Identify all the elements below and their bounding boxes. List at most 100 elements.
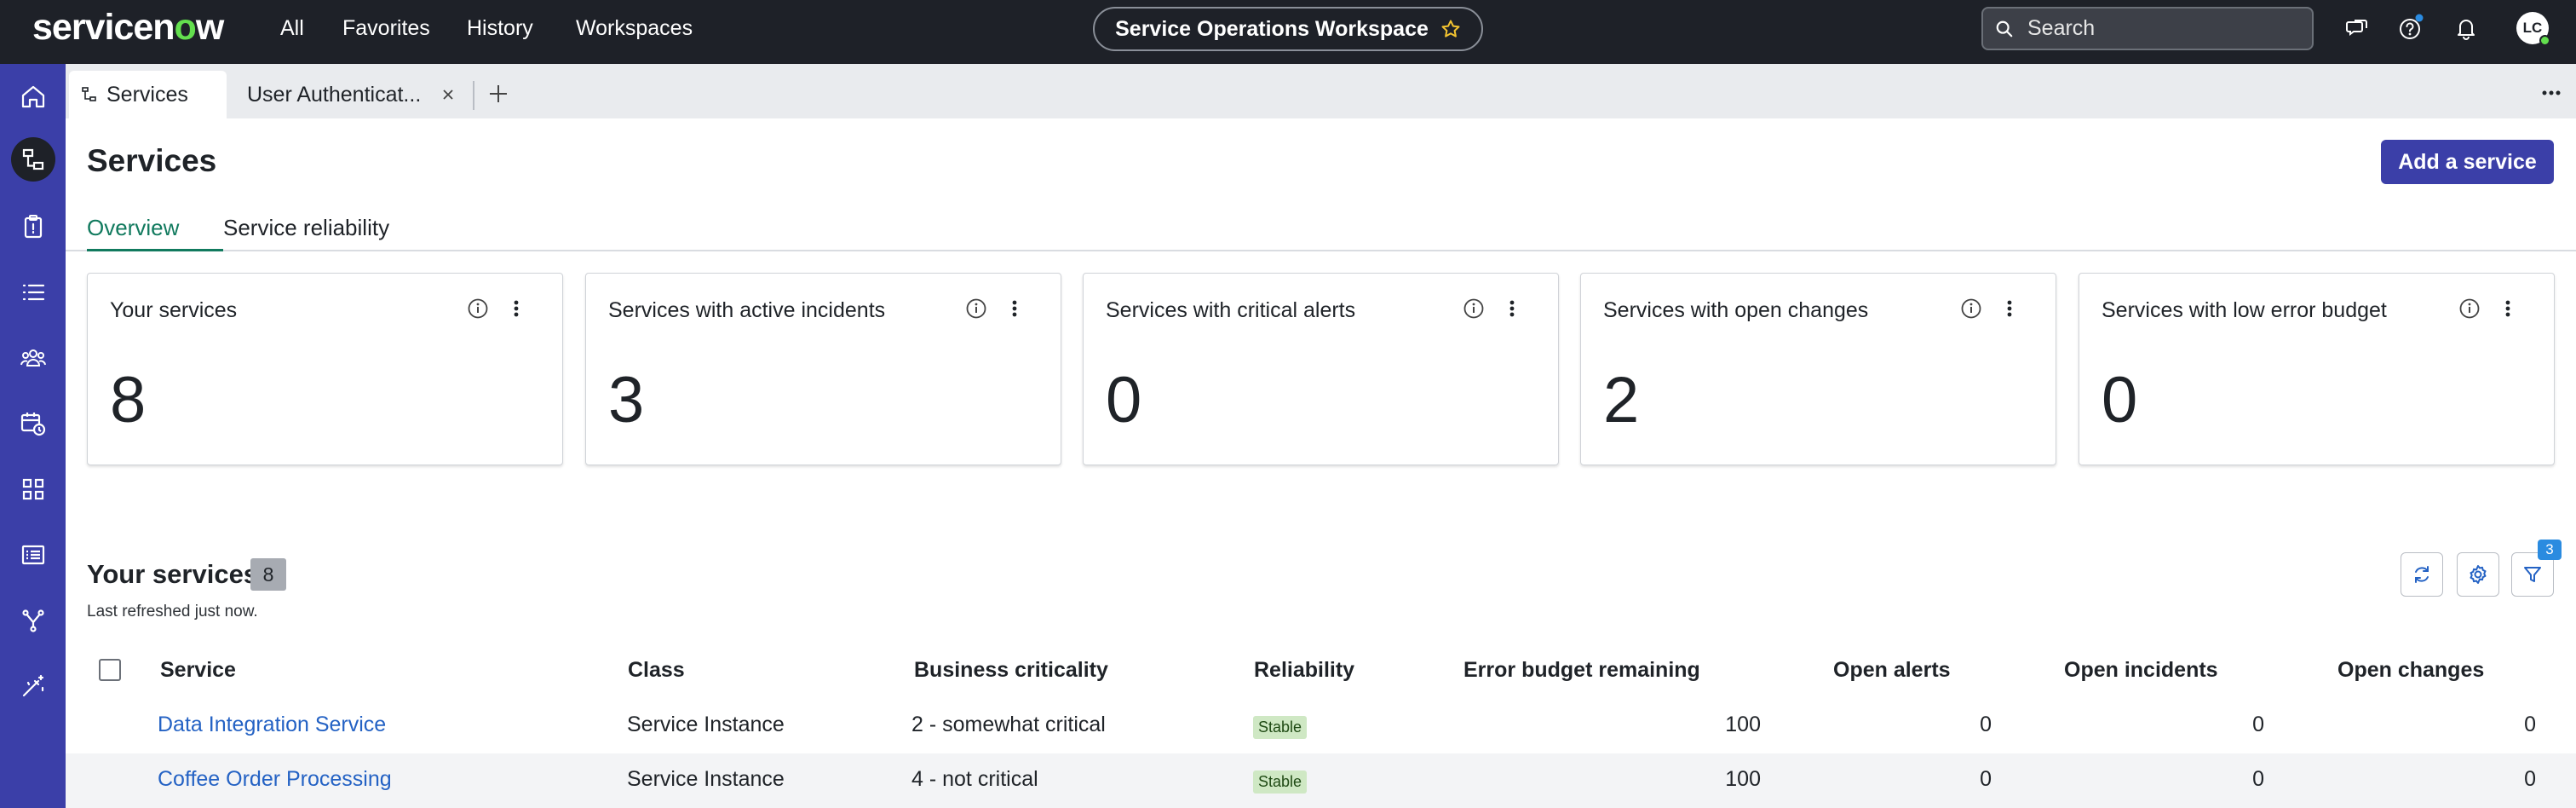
- info-icon[interactable]: [965, 297, 987, 320]
- kpi-card-title: Your services: [110, 298, 238, 322]
- notifications-bell-icon[interactable]: [2452, 14, 2481, 43]
- subtab-bar: Overview Service reliability: [66, 205, 2576, 251]
- page-title: Services: [87, 143, 217, 178]
- open-incidents-cell: 0: [2252, 713, 2264, 736]
- nav-workspaces[interactable]: Workspaces: [576, 16, 693, 41]
- star-icon[interactable]: [1440, 19, 1461, 39]
- help-icon[interactable]: [2396, 14, 2425, 43]
- calendar-clock-icon[interactable]: [11, 401, 55, 446]
- filter-count-badge: 3: [2538, 540, 2562, 560]
- wand-icon[interactable]: [11, 664, 55, 708]
- user-avatar[interactable]: LC: [2516, 12, 2550, 46]
- search-icon: [1995, 20, 2014, 38]
- search-input[interactable]: [2027, 16, 2300, 41]
- tab-divider: [473, 81, 474, 110]
- home-icon[interactable]: [11, 74, 55, 118]
- kpi-card-title: Services with open changes: [1603, 298, 1869, 322]
- reliability-status-badge: Stable: [1253, 770, 1308, 794]
- list-settings-button[interactable]: [2457, 552, 2499, 597]
- kpi-card-value: 8: [110, 364, 147, 436]
- list-title: Your services: [87, 559, 259, 589]
- online-status-dot: [2539, 35, 2550, 46]
- kpi-card-title: Services with critical alerts: [1106, 298, 1356, 322]
- grid-icon[interactable]: [11, 467, 55, 511]
- select-all-checkbox[interactable]: [99, 659, 121, 681]
- kpi-card-active-incidents[interactable]: Services with active incidents 3: [585, 273, 1061, 465]
- column-header-service[interactable]: Service: [160, 658, 236, 683]
- team-icon[interactable]: [11, 336, 55, 380]
- workspace-name: Service Operations Workspace: [1115, 16, 1429, 41]
- info-icon[interactable]: [1960, 297, 1982, 320]
- sidebar: [0, 64, 66, 808]
- kpi-card-value: 3: [608, 364, 645, 436]
- kpi-card-your-services[interactable]: Your services 8: [87, 273, 563, 465]
- card-menu-icon[interactable]: [2504, 297, 2512, 320]
- clipboard-icon[interactable]: [11, 205, 55, 249]
- more-options-icon[interactable]: [2541, 89, 2562, 96]
- reliability-status-badge: Stable: [1253, 716, 1308, 739]
- criticality-cell: 4 - not critical: [911, 767, 1038, 791]
- tab-service-reliability[interactable]: Service reliability: [223, 215, 389, 251]
- table-row[interactable]: Data Integration Service Service Instanc…: [66, 699, 2576, 753]
- info-icon[interactable]: [467, 297, 489, 320]
- tab-user-authentication[interactable]: User Authenticat...: [247, 71, 455, 118]
- open-changes-cell: 0: [2524, 767, 2536, 791]
- services-tab-icon: [81, 86, 98, 103]
- list-count-badge: 8: [250, 558, 286, 591]
- add-service-button[interactable]: Add a service: [2381, 140, 2554, 184]
- service-link[interactable]: Coffee Order Processing: [158, 767, 392, 792]
- kpi-card-value: 2: [1603, 364, 1640, 436]
- column-header-criticality[interactable]: Business criticality: [914, 658, 1108, 683]
- card-menu-icon[interactable]: [512, 297, 520, 320]
- list-icon[interactable]: [11, 270, 55, 315]
- servicenow-logo[interactable]: servicenow: [32, 7, 224, 49]
- open-alerts-cell: 0: [1980, 713, 1992, 736]
- column-header-open-incidents[interactable]: Open incidents: [2064, 658, 2218, 683]
- column-header-open-changes[interactable]: Open changes: [2337, 658, 2484, 683]
- kpi-card-value: 0: [1106, 364, 1142, 436]
- list-alt-icon[interactable]: [11, 533, 55, 577]
- gear-icon: [2467, 563, 2489, 586]
- workspace-tab-bar: Services User Authenticat...: [66, 64, 2576, 118]
- chat-icon[interactable]: [2343, 14, 2372, 43]
- class-cell: Service Instance: [627, 767, 785, 791]
- kpi-card-title: Services with low error budget: [2102, 298, 2387, 322]
- global-search[interactable]: [1981, 7, 2314, 50]
- card-menu-icon[interactable]: [1010, 297, 1019, 320]
- error-budget-cell: 100: [1725, 713, 1761, 736]
- tab-services[interactable]: Services: [69, 71, 227, 118]
- kpi-card-open-changes[interactable]: Services with open changes 2: [1580, 273, 2056, 465]
- card-menu-icon[interactable]: [1508, 297, 1516, 320]
- workspace-pill[interactable]: Service Operations Workspace: [1093, 7, 1483, 51]
- info-icon[interactable]: [2458, 297, 2481, 320]
- table-row[interactable]: Coffee Order Processing Service Instance…: [66, 753, 2576, 808]
- column-header-open-alerts[interactable]: Open alerts: [1833, 658, 1951, 683]
- card-menu-icon[interactable]: [2005, 297, 2014, 320]
- nav-favorites[interactable]: Favorites: [342, 16, 430, 41]
- open-changes-cell: 0: [2524, 713, 2536, 736]
- add-tab-icon[interactable]: [487, 83, 509, 105]
- service-link[interactable]: Data Integration Service: [158, 713, 386, 737]
- error-budget-cell: 100: [1725, 767, 1761, 791]
- last-refreshed-text: Last refreshed just now.: [87, 603, 258, 620]
- open-alerts-cell: 0: [1980, 767, 1992, 791]
- column-header-class[interactable]: Class: [628, 658, 685, 683]
- tab-overview[interactable]: Overview: [87, 215, 223, 251]
- refresh-button[interactable]: [2401, 552, 2443, 597]
- class-cell: Service Instance: [627, 713, 785, 736]
- services-icon[interactable]: [11, 137, 55, 182]
- filter-icon: [2522, 564, 2543, 585]
- kpi-card-title: Services with active incidents: [608, 298, 886, 322]
- column-header-error-budget[interactable]: Error budget remaining: [1463, 658, 1700, 683]
- kpi-card-critical-alerts[interactable]: Services with critical alerts 0: [1083, 273, 1559, 465]
- top-bar: servicenow All Favorites History Workspa…: [0, 0, 2576, 64]
- close-tab-icon[interactable]: [441, 88, 455, 101]
- criticality-cell: 2 - somewhat critical: [911, 713, 1106, 736]
- info-icon[interactable]: [1463, 297, 1485, 320]
- kpi-card-low-error-budget[interactable]: Services with low error budget 0: [2079, 273, 2555, 465]
- branch-icon[interactable]: [11, 598, 55, 643]
- nav-all[interactable]: All: [280, 16, 304, 41]
- open-incidents-cell: 0: [2252, 767, 2264, 791]
- nav-history[interactable]: History: [467, 16, 533, 41]
- column-header-reliability[interactable]: Reliability: [1254, 658, 1354, 683]
